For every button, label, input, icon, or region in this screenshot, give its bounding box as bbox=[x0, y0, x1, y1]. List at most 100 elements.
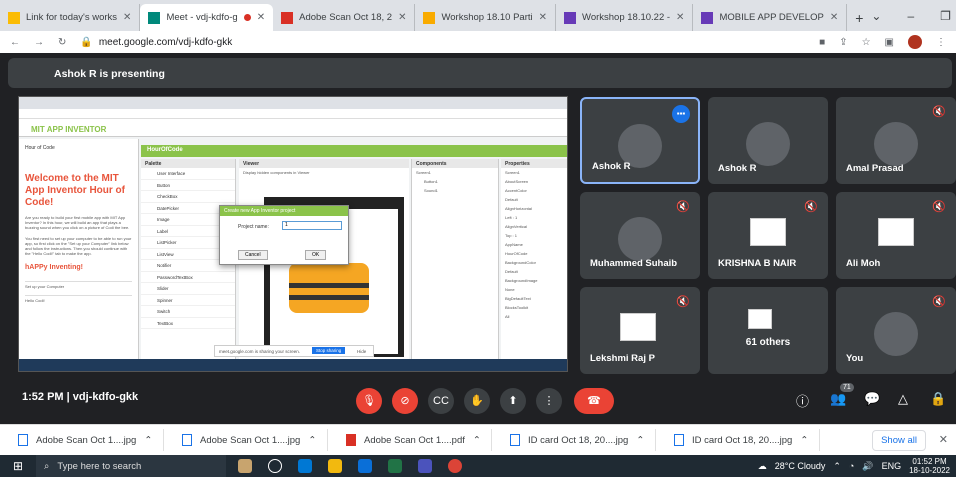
others-tile[interactable]: 61 others bbox=[708, 287, 828, 374]
show-all-button[interactable]: Show all bbox=[872, 429, 926, 451]
chevron-up-icon[interactable]: ⌃ bbox=[800, 435, 808, 446]
avatar bbox=[874, 312, 918, 356]
chevron-up-icon[interactable]: ⌃ bbox=[144, 435, 152, 446]
back-icon[interactable]: ← bbox=[10, 37, 20, 48]
cortana-icon[interactable] bbox=[238, 459, 252, 473]
component-item: Screen1 bbox=[416, 170, 431, 175]
tab-search-icon[interactable]: ⌄ bbox=[871, 9, 881, 23]
participant-tile[interactable]: 🔇 Lekshmi Raj P bbox=[580, 287, 700, 374]
download-item[interactable]: Adobe Scan Oct 1....jpg ⌃ bbox=[0, 429, 164, 451]
new-tab-button[interactable]: + bbox=[847, 4, 871, 31]
chevron-up-icon[interactable]: ⌃ bbox=[636, 435, 644, 446]
palette-item: PasswordTextBox bbox=[141, 272, 235, 283]
hoc-tab: Hour of Code bbox=[25, 145, 55, 151]
bookmark-star-icon[interactable]: ☆ bbox=[862, 37, 871, 48]
file-explorer-icon[interactable] bbox=[328, 459, 342, 473]
setup-link: Set up your Computer bbox=[25, 281, 132, 289]
camera-icon[interactable]: ■ bbox=[819, 37, 825, 48]
participant-name: Amal Prasad bbox=[846, 163, 904, 174]
download-item[interactable]: ID card Oct 18, 20....jpg ⌃ bbox=[656, 429, 820, 451]
browser-tab[interactable]: Adobe Scan Oct 18, 2 ✕ bbox=[273, 4, 416, 31]
palette-head: Palette bbox=[141, 159, 235, 168]
viewer-head: Viewer bbox=[239, 159, 409, 168]
mic-off-icon: 🔇 bbox=[932, 106, 946, 118]
browser-tab[interactable]: Workshop 18.10 Parti ✕ bbox=[415, 4, 557, 31]
mic-toggle-button[interactable]: 🎙 bbox=[356, 388, 382, 414]
download-item[interactable]: Adobe Scan Oct 1....pdf ⌃ bbox=[328, 429, 492, 451]
palette-item: Switch bbox=[141, 306, 235, 318]
volume-icon[interactable]: 🔊 bbox=[862, 461, 873, 472]
property-item: HourOfCode bbox=[505, 251, 528, 256]
participant-tile[interactable]: ▪▪▪ Ashok R bbox=[580, 97, 700, 184]
properties-head: Properties bbox=[501, 159, 567, 168]
raise-hand-button[interactable]: ✋ bbox=[464, 388, 490, 414]
clock[interactable]: 01:52 PM 18-10-2022 bbox=[909, 457, 950, 475]
sharing-notice: meet.google.com is sharing your screen. … bbox=[214, 345, 374, 357]
weather-text[interactable]: 28°C Cloudy bbox=[775, 461, 826, 471]
shared-tab-strip bbox=[19, 97, 567, 109]
close-icon[interactable]: ✕ bbox=[676, 12, 684, 23]
browser-tab[interactable]: Workshop 18.10.22 - ✕ bbox=[556, 4, 694, 31]
tray-chevron-icon[interactable]: ⌃ bbox=[833, 461, 841, 472]
people-icon[interactable]: 👥 bbox=[830, 391, 846, 407]
leave-call-button[interactable]: ☎ bbox=[574, 388, 614, 414]
forward-icon[interactable]: → bbox=[34, 37, 44, 48]
language-indicator[interactable]: ENG bbox=[882, 461, 902, 471]
mail-icon[interactable] bbox=[358, 459, 372, 473]
browser-tab[interactable]: MOBILE APP DEVELOP ✕ bbox=[693, 4, 848, 31]
download-item[interactable]: ID card Oct 18, 20....jpg ⌃ bbox=[492, 429, 656, 451]
chevron-up-icon[interactable]: ⌃ bbox=[308, 435, 316, 446]
participant-tile[interactable]: 🔇 Ali Moh bbox=[836, 192, 956, 279]
present-button[interactable]: ⬆ bbox=[500, 388, 526, 414]
participant-tile[interactable]: 🔇 KRISHNA B NAIR bbox=[708, 192, 828, 279]
close-icon[interactable]: ✕ bbox=[539, 12, 547, 23]
participant-tile[interactable]: Ashok R bbox=[708, 97, 828, 184]
restore-icon[interactable]: ❐ bbox=[940, 9, 951, 23]
palette-item: Spinner bbox=[141, 295, 235, 306]
teams-icon[interactable] bbox=[418, 459, 432, 473]
more-options-button[interactable]: ⋮ bbox=[536, 388, 562, 414]
share-icon[interactable]: ⇪ bbox=[839, 37, 847, 48]
mic-off-icon: 🔇 bbox=[676, 296, 690, 308]
close-icon[interactable]: ✕ bbox=[123, 12, 131, 23]
url-field[interactable]: 🔒 meet.google.com/vdj-kdfo-gkk bbox=[80, 37, 805, 48]
profile-avatar[interactable] bbox=[908, 35, 922, 49]
participant-photo bbox=[748, 309, 772, 329]
captions-button[interactable]: CC bbox=[428, 388, 454, 414]
download-item[interactable]: Adobe Scan Oct 1....jpg ⌃ bbox=[164, 429, 328, 451]
browser-tab[interactable]: Link for today's works ✕ bbox=[0, 4, 141, 31]
activities-icon[interactable]: △ bbox=[898, 391, 908, 407]
property-item: AlignHorizontal bbox=[505, 206, 532, 211]
minimize-icon[interactable]: – bbox=[907, 9, 914, 23]
camera-toggle-button[interactable]: ⊘ bbox=[392, 388, 418, 414]
close-icon[interactable]: ✕ bbox=[398, 12, 406, 23]
chrome-icon[interactable] bbox=[448, 459, 462, 473]
chat-icon[interactable]: 💬 bbox=[864, 391, 880, 407]
participant-tile[interactable]: 🔇 Muhammed Suhaib bbox=[580, 192, 700, 279]
browser-tab-active[interactable]: Meet - vdj-kdfo-g ✕ bbox=[140, 4, 274, 31]
forms-icon bbox=[564, 11, 577, 24]
self-tile[interactable]: 🔇 You bbox=[836, 287, 956, 374]
dialog-ok: OK bbox=[305, 250, 327, 260]
property-item: AccentColor bbox=[505, 188, 527, 193]
intro-text-2: You first need to set up your computer t… bbox=[25, 236, 132, 256]
intro-text: Are you ready to build your first mobile… bbox=[25, 215, 130, 230]
wifi-icon[interactable]: ◔ bbox=[849, 461, 854, 471]
excel-icon[interactable] bbox=[388, 459, 402, 473]
participant-tile[interactable]: 🔇 Amal Prasad bbox=[836, 97, 956, 184]
reload-icon[interactable]: ↻ bbox=[58, 37, 66, 48]
taskbar-search[interactable]: ⌕ Type here to search bbox=[36, 455, 226, 477]
others-count: 61 others bbox=[745, 337, 791, 348]
close-downloads-icon[interactable]: ✕ bbox=[939, 433, 948, 446]
host-controls-icon[interactable]: 🔒 bbox=[930, 391, 946, 407]
chevron-up-icon[interactable]: ⌃ bbox=[473, 435, 481, 446]
info-icon[interactable]: ⓘ bbox=[796, 391, 809, 410]
menu-icon[interactable]: ⋮ bbox=[936, 37, 946, 48]
close-icon[interactable]: ✕ bbox=[830, 12, 838, 23]
task-view-icon[interactable] bbox=[268, 459, 282, 473]
edge-icon[interactable] bbox=[298, 459, 312, 473]
sidebar-icon[interactable]: ▣ bbox=[885, 37, 894, 48]
windows-start-icon[interactable]: ⊞ bbox=[0, 459, 36, 473]
close-icon[interactable]: ✕ bbox=[257, 12, 265, 23]
property-item: Default bbox=[505, 197, 518, 202]
